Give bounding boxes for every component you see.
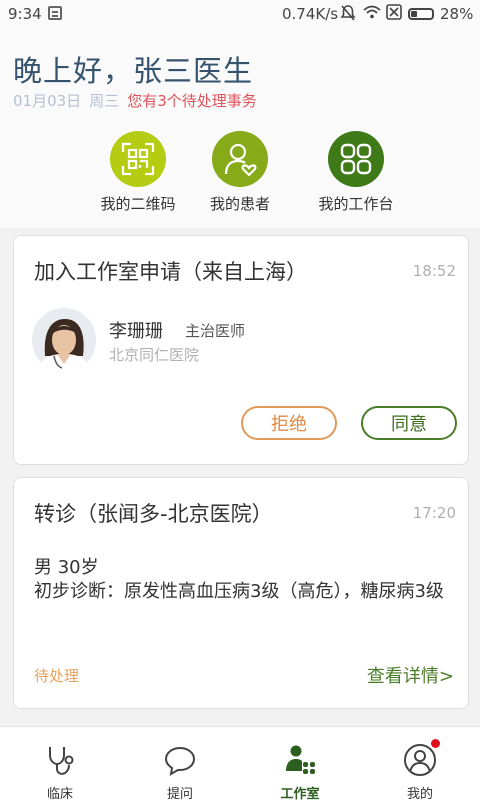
doctor-avatar	[32, 308, 96, 372]
doctor-name: 李珊珊	[109, 321, 163, 342]
chat-bubble-icon	[163, 743, 197, 777]
network-speed: 0.74K/s	[282, 5, 339, 23]
agree-button[interactable]: 同意	[361, 406, 457, 440]
patient-basic-info: 男 30岁	[34, 557, 99, 578]
card-time: 18:52	[412, 262, 456, 280]
tab-clinical[interactable]: 临床	[0, 727, 120, 800]
shortcut-label: 我的工作台	[318, 195, 394, 213]
shortcut-my-patients[interactable]: 我的患者	[180, 131, 300, 213]
patient-icon	[212, 131, 268, 187]
profile-icon	[403, 743, 437, 777]
referral-card[interactable]: 转诊（张闻多-北京医院） 17:20 男 30岁 初步诊断：原发性高血压病3级（…	[13, 477, 469, 709]
current-date: 01月03日	[13, 92, 82, 110]
tab-label: 我的	[406, 787, 433, 800]
tab-mine[interactable]: 我的	[360, 727, 480, 800]
tab-studio[interactable]: 工作室	[240, 727, 360, 800]
wifi-icon	[363, 4, 381, 24]
current-weekday: 周三	[89, 92, 120, 110]
bottom-tab-bar: 临床 提问 工作室 我的	[0, 726, 480, 800]
join-request-card[interactable]: 加入工作室申请（来自上海） 18:52 李珊珊 主治医师 北京同仁医院 拒绝 同…	[13, 235, 469, 465]
card-title: 加入工作室申请（来自上海）	[34, 260, 307, 284]
sim-card-icon	[48, 6, 62, 20]
card-time: 17:20	[412, 504, 456, 522]
tab-label: 工作室	[280, 787, 320, 800]
reject-button[interactable]: 拒绝	[241, 406, 337, 440]
doctor-title: 主治医师	[185, 322, 246, 340]
doctor-hospital: 北京同仁医院	[109, 346, 200, 364]
greeting-title: 晚上好，张三医生	[13, 54, 254, 88]
status-time: 9:34	[8, 5, 42, 23]
tab-label: 临床	[46, 787, 73, 800]
date-line: 01月03日 周三 您有3个待处理事务	[13, 90, 257, 111]
battery-icon	[408, 8, 434, 20]
card-title: 转诊（张闻多-北京医院）	[34, 502, 273, 526]
battery-percent: 28%	[440, 5, 474, 23]
workbench-icon	[328, 131, 384, 187]
status-bar: 9:34 0.74K/s 28%	[0, 0, 480, 28]
view-details-link[interactable]: 查看详情>	[367, 662, 454, 688]
shortcut-my-workbench[interactable]: 我的工作台	[296, 131, 416, 213]
preliminary-diagnosis: 初步诊断：原发性高血压病3级（高危），糖尿病3级	[34, 581, 444, 602]
pending-notice[interactable]: 您有3个待处理事务	[127, 92, 257, 110]
no-sim-icon	[386, 4, 402, 24]
greeting-header: 晚上好，张三医生 01月03日周三您有3个待处理事务 我的二维码 我的患者	[0, 28, 480, 228]
stethoscope-icon	[43, 743, 77, 777]
mute-icon	[340, 4, 356, 26]
notification-badge	[431, 739, 440, 748]
shortcut-label: 我的患者	[209, 195, 270, 213]
studio-icon	[283, 743, 317, 777]
status-badge: 待处理	[34, 667, 80, 685]
qr-code-icon	[110, 131, 166, 187]
tab-label: 提问	[166, 787, 193, 800]
tab-questions[interactable]: 提问	[120, 727, 240, 800]
